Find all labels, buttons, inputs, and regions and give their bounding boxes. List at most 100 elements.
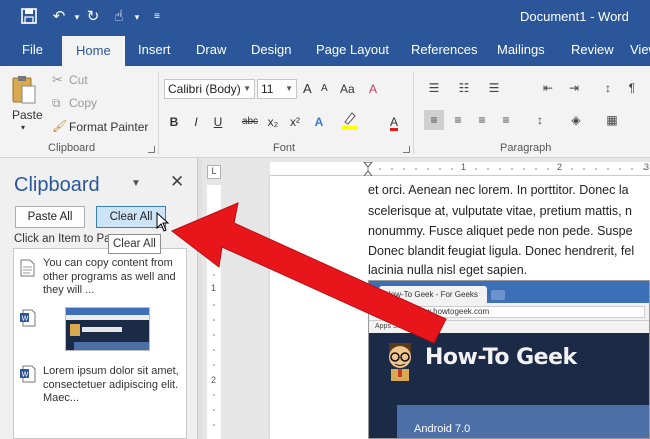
clipboard-item[interactable]: W Lorem ipsum dolor sit amet, consectetu… (14, 361, 188, 411)
article-card-title: Android 7.0 (414, 423, 471, 435)
ruler-mark: 1 (211, 283, 217, 293)
touch-dropdown-icon[interactable]: ▾ (128, 8, 146, 26)
font-color-button[interactable]: A (384, 112, 404, 132)
bookmarks-bar: Apps Settings (369, 321, 649, 333)
italic-button[interactable]: I (186, 112, 206, 132)
clipboard-item-text: You can copy content from other programs… (43, 257, 176, 296)
close-icon[interactable]: ✕ (170, 172, 184, 192)
cut-button[interactable]: Cut (69, 73, 88, 87)
show-formatting-button[interactable]: ¶ (622, 78, 642, 98)
horizontal-ruler[interactable]: 1 2 3 (270, 162, 650, 176)
text-document-icon (20, 259, 36, 277)
chevron-down-icon: ▼ (285, 84, 293, 93)
undo-icon[interactable]: ↶ (50, 8, 68, 26)
clipboard-item[interactable]: W (14, 305, 188, 355)
line-spacing-icon[interactable]: ↕ (530, 110, 550, 130)
browser-tab: How-To Geek - For Geeks (379, 286, 487, 303)
numbering-icon[interactable]: ☷ (454, 78, 474, 98)
font-size-combo[interactable]: 11 ▼ (257, 79, 297, 99)
bullets-icon[interactable]: ☰ (424, 78, 444, 98)
back-icon: ← → (375, 305, 398, 316)
font-launcher-icon[interactable] (403, 146, 410, 153)
tab-view[interactable]: View (630, 34, 650, 66)
decrease-indent-icon[interactable]: ⇤ (538, 78, 558, 98)
ruler-mark: 2 (211, 375, 217, 385)
copy-icon: ⧉ (52, 96, 61, 110)
embedded-screenshot[interactable]: How-To Geek - For Geeks ← → www.howtogee… (368, 280, 650, 439)
tab-references[interactable]: References (411, 34, 477, 66)
clipboard-group-label: Clipboard (48, 142, 96, 154)
paste-dropdown-icon[interactable]: ▾ (21, 123, 25, 132)
ruler-ticks (363, 162, 645, 176)
pane-title: Clipboard (14, 174, 100, 196)
borders-icon[interactable]: ▦ (602, 110, 622, 130)
paste-button[interactable]: Paste (12, 108, 43, 122)
clear-all-tooltip: Clear All (108, 234, 161, 254)
align-right-icon[interactable]: ≡ (472, 110, 492, 130)
tab-mailings[interactable]: Mailings (497, 34, 545, 66)
font-name-value: Calibri (Body) (168, 82, 241, 96)
tab-file[interactable]: File (22, 34, 43, 66)
paste-icon[interactable] (11, 74, 37, 109)
article-card: Android 7.0 (397, 405, 649, 438)
clipboard-launcher-icon[interactable] (148, 146, 155, 153)
grow-font-button[interactable]: A (303, 81, 312, 96)
clear-formatting-button[interactable]: A (369, 82, 377, 96)
highlight-icon[interactable] (340, 110, 360, 130)
bold-button[interactable]: B (164, 112, 184, 132)
tab-design[interactable]: Design (251, 34, 291, 66)
increase-indent-icon[interactable]: ⇥ (564, 78, 584, 98)
touch-mode-icon[interactable]: ☝ (110, 8, 128, 26)
save-icon[interactable] (20, 8, 38, 26)
format-painter-button[interactable]: Format Painter (69, 120, 148, 134)
text-effects-button[interactable]: A (309, 112, 329, 132)
shading-icon[interactable]: ◈ (566, 110, 586, 130)
tab-draw[interactable]: Draw (196, 34, 226, 66)
vertical-ruler[interactable]: 1 2 (207, 185, 221, 439)
paste-all-button[interactable]: Paste All (15, 206, 85, 228)
tab-home[interactable]: Home (62, 36, 125, 66)
word-document-icon: W (20, 365, 36, 383)
bookmarks-text: Apps Settings (375, 323, 419, 330)
tab-selector-icon[interactable]: L (207, 165, 221, 179)
ruler-mark: 3 (644, 162, 650, 172)
word-document-icon: W (20, 309, 36, 327)
mouse-pointer-icon (156, 212, 170, 232)
underline-button[interactable]: U (208, 112, 228, 132)
shrink-font-button[interactable]: A (321, 83, 328, 94)
document-text-line[interactable]: et orci. Aenean nec lorem. In porttitor.… (368, 183, 629, 197)
group-separator (413, 72, 414, 154)
document-text-line[interactable]: lacinia nulla nisl eget sapien. (368, 263, 527, 277)
clipboard-item[interactable]: You can copy content from other programs… (14, 253, 188, 299)
scissors-icon: ✂ (52, 72, 63, 87)
tab-insert[interactable]: Insert (138, 34, 171, 66)
font-name-combo[interactable]: Calibri (Body) ▼ (164, 79, 255, 99)
ruler-ticks (213, 214, 215, 426)
website-header: How-To Geek Android 7.0 (369, 333, 649, 438)
redo-icon[interactable]: ↻ (84, 8, 102, 26)
superscript-button[interactable]: x² (285, 112, 305, 132)
align-left-icon[interactable]: ≡ (424, 110, 444, 130)
change-case-button[interactable]: Aa (340, 82, 355, 96)
window-title: Document1 - Word (520, 9, 629, 24)
title-bar: ↶ ▾ ↻ ☝ ▾ ≡ Document1 - Word (0, 0, 650, 34)
subscript-button[interactable]: x₂ (263, 112, 283, 132)
tab-page-layout[interactable]: Page Layout (316, 34, 389, 66)
paragraph-group-label: Paragraph (500, 142, 552, 154)
tab-review[interactable]: Review (571, 34, 614, 66)
strikethrough-button[interactable]: abc (240, 112, 260, 132)
svg-text:W: W (22, 315, 29, 323)
multilevel-list-icon[interactable]: ☰ (484, 78, 504, 98)
ribbon: Paste ▾ ✂ Cut ⧉ Copy 🖌 Format Painter Cl… (0, 66, 650, 158)
sort-icon[interactable]: ↕ (598, 78, 618, 98)
document-text-line[interactable]: scelerisque at, vulputate vitae, pretium… (368, 204, 632, 218)
document-text-line[interactable]: nonummy. Fusce aliquet pede non pede. Su… (368, 224, 633, 238)
document-text-line[interactable]: Donec blandit feugiat ligula. Donec hend… (368, 244, 634, 258)
copy-button[interactable]: Copy (69, 96, 97, 110)
ruler-mark: 1 (461, 162, 467, 172)
justify-icon[interactable]: ≡ (496, 110, 516, 130)
customize-qat-icon[interactable]: ≡ (148, 8, 166, 26)
align-center-icon[interactable]: ≡ (448, 110, 468, 130)
font-size-value: 11 (261, 82, 274, 96)
pane-options-icon[interactable]: ▼ (131, 178, 141, 189)
